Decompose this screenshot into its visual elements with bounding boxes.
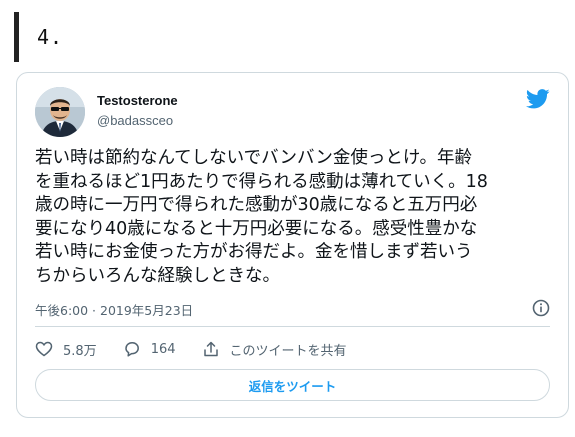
reply-count: 164: [150, 341, 176, 357]
share-label: このツイートを共有: [229, 343, 347, 359]
like-count: 5.8万: [63, 343, 97, 359]
divider: [35, 326, 550, 327]
like-button[interactable]: 5.8万: [35, 340, 97, 359]
heading-accent-bar: [14, 12, 19, 62]
author-handle[interactable]: @badassceo: [97, 113, 173, 128]
info-icon[interactable]: [532, 299, 550, 317]
section-number: 4.: [37, 25, 64, 49]
author-name[interactable]: Testosterone: [97, 93, 178, 108]
embedded-tweet-card[interactable]: Testosterone @badassceo 若い時は節約なんてしないでバンバ…: [16, 72, 569, 418]
heart-icon: [35, 341, 53, 357]
tweet-actions: 5.8万 164 このツイートを共有: [35, 339, 373, 359]
share-icon: [203, 341, 218, 357]
avatar[interactable]: [35, 87, 85, 137]
comment-icon: [124, 342, 139, 357]
reply-tweet-button[interactable]: 返信をツイート: [35, 369, 550, 401]
section-heading: 4.: [14, 12, 63, 62]
tweet-timestamp[interactable]: 午後6:00 · 2019年5月23日: [35, 300, 193, 319]
twitter-bird-icon[interactable]: [525, 89, 550, 109]
reply-count-button[interactable]: 164: [123, 340, 176, 358]
share-button[interactable]: このツイートを共有: [202, 340, 347, 359]
page: 4. Testosterone @badassceo 若い時は節約なんてしないで…: [0, 0, 575, 437]
tweet-text: 若い時は節約なんてしないでバンバン金使っとけ。年齢 を重ねるほど1円あたりで得ら…: [35, 148, 488, 286]
